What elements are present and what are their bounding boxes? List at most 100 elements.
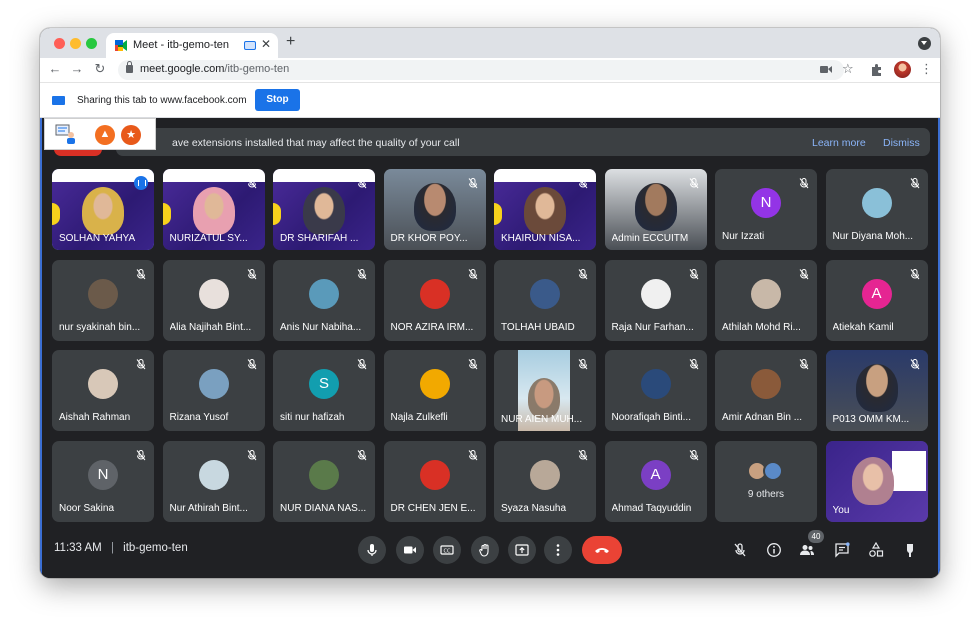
participant-tile[interactable]: Nur Diyana Moh... xyxy=(825,169,928,250)
people-icon[interactable] xyxy=(799,542,815,558)
muted-mic-icon xyxy=(799,357,809,370)
participant-tile[interactable]: Ssiti nur hafizah xyxy=(273,350,375,431)
participant-avatar xyxy=(309,278,339,309)
learn-more-link[interactable]: Learn more xyxy=(812,137,866,149)
address-bar[interactable]: meet.google.com/itb-gemo-ten ☆ xyxy=(118,60,854,80)
participant-tile[interactable]: Athilah Mohd Ri... xyxy=(715,259,817,341)
meet-area: ave extensions installed that may affect… xyxy=(40,118,940,578)
extensions-puzzle-icon[interactable] xyxy=(870,63,883,76)
host-controls-icon[interactable] xyxy=(902,542,918,558)
participant-name: SOLHAN YAHYA xyxy=(59,233,136,244)
dismiss-button[interactable]: Dismiss xyxy=(883,137,920,149)
tab-close-button[interactable]: ✕ xyxy=(261,37,271,51)
tab-meet[interactable]: Meet - itb-gemo-ten ✕ xyxy=(106,33,278,58)
back-button[interactable]: ← xyxy=(46,61,64,76)
tab-title: Meet - itb-gemo-ten xyxy=(133,39,229,51)
meeting-details-icon[interactable] xyxy=(766,542,782,558)
participant-tile[interactable]: Nur Athirah Bint... xyxy=(162,440,265,522)
url-text: meet.google.com/itb-gemo-ten xyxy=(140,63,289,75)
participant-face xyxy=(303,187,345,235)
participant-tile[interactable]: 9 others xyxy=(715,440,817,522)
participant-tile[interactable]: Amir Adnan Bin ... xyxy=(715,350,817,431)
present-now-button[interactable] xyxy=(508,536,536,564)
participant-name: NUR AIEN MUH... xyxy=(501,414,583,425)
extension-star-icon[interactable] xyxy=(121,125,141,145)
captions-button[interactable]: CC xyxy=(433,536,461,564)
self-face xyxy=(851,456,894,505)
participant-tile[interactable]: A Atiekah Kamil xyxy=(825,259,928,341)
participant-avatar: N xyxy=(88,459,118,490)
participant-tile[interactable]: SOLHAN YAHYA xyxy=(52,169,154,250)
muted-mic-icon xyxy=(910,357,920,370)
participant-name: DR SHARIFAH ... xyxy=(280,233,359,244)
participant-avatar xyxy=(530,459,560,490)
participant-tile[interactable]: P013 OMM KM... xyxy=(825,350,928,431)
participant-tile[interactable]: DR CHEN JEN E... xyxy=(383,440,486,522)
bookmark-star-icon[interactable]: ☆ xyxy=(842,61,854,77)
stop-sharing-button[interactable]: Stop xyxy=(255,89,300,111)
participant-tile[interactable]: DR SHARIFAH ... xyxy=(273,169,375,250)
leave-call-button[interactable] xyxy=(582,536,622,564)
browser-toolbar: ← → ↻ meet.google.com/itb-gemo-ten ☆ ⋮ xyxy=(40,58,940,82)
participant-tile[interactable]: DR KHOR POY... xyxy=(383,169,486,250)
participant-tile[interactable]: Raja Nur Farhan... xyxy=(604,259,707,341)
microphone-button[interactable] xyxy=(358,536,386,564)
participant-avatar xyxy=(419,459,450,490)
muted-mic-icon xyxy=(468,448,478,460)
participant-tile[interactable]: Alia Najihah Bint... xyxy=(162,259,265,341)
participant-tile[interactable]: Anis Nur Nabiha... xyxy=(273,259,375,341)
participant-tile[interactable]: Noorafiqah Binti... xyxy=(604,350,707,431)
minimize-window-button[interactable] xyxy=(70,38,81,49)
participant-name: NUR DIANA NAS... xyxy=(280,502,367,514)
participant-face xyxy=(855,364,898,412)
participant-avatar xyxy=(530,278,560,309)
more-options-button[interactable] xyxy=(544,536,572,564)
lock-icon[interactable] xyxy=(126,61,133,73)
participant-name: KHAIRUN NISA... xyxy=(501,233,581,244)
participant-tile[interactable]: TOLHAH UBAID xyxy=(494,259,596,341)
poster-accent xyxy=(162,203,171,225)
muted-mic-icon xyxy=(578,176,588,189)
camera-icon xyxy=(404,546,416,554)
participant-tile[interactable]: NURIZATUL SY... xyxy=(162,169,265,250)
muted-mic-icon xyxy=(247,176,257,189)
participant-tile[interactable]: NUR AIEN MUH... xyxy=(494,350,596,431)
participant-tile[interactable]: N Nur Izzati xyxy=(715,169,817,250)
raise-hand-button[interactable] xyxy=(471,536,499,564)
screen-share-icon xyxy=(52,96,65,105)
participant-tile[interactable]: Admin ECCUITM xyxy=(604,169,707,250)
participant-tile[interactable]: Aishah Rahman xyxy=(52,350,154,431)
activities-icon[interactable] xyxy=(868,542,884,558)
participant-tile[interactable]: nur syakinah bin... xyxy=(52,259,154,341)
chat-icon[interactable] xyxy=(834,542,850,558)
participant-tile[interactable]: KHAIRUN NISA... xyxy=(494,169,596,250)
participant-tile[interactable]: Najla Zulkefli xyxy=(383,350,486,431)
close-window-button[interactable] xyxy=(54,38,65,49)
participant-tile[interactable]: Syaza Nasuha xyxy=(494,440,596,522)
presenter-extension-icon[interactable] xyxy=(55,123,77,145)
participant-avatar xyxy=(88,369,118,399)
browser-menu-icon[interactable]: ⋮ xyxy=(920,61,933,77)
camera-button[interactable] xyxy=(396,536,424,564)
tab-search-icon[interactable] xyxy=(918,37,931,50)
tab-strip: Meet - itb-gemo-ten ✕ + xyxy=(40,28,940,58)
participant-face xyxy=(82,187,124,235)
reload-button[interactable]: ↻ xyxy=(91,61,109,77)
new-tab-button[interactable]: + xyxy=(286,33,295,51)
maximize-window-button[interactable] xyxy=(86,38,97,49)
participant-avatar: A xyxy=(640,459,671,490)
participant-face xyxy=(528,378,560,418)
participant-tile[interactable]: Rizana Yusof xyxy=(162,350,265,431)
mute-all-icon[interactable] xyxy=(732,542,748,558)
participant-name: Amir Adnan Bin ... xyxy=(722,412,803,423)
camera-in-use-icon[interactable] xyxy=(820,65,832,74)
muted-mic-icon xyxy=(136,448,146,460)
participant-tile[interactable]: N Noor Sakina xyxy=(52,440,154,522)
extension-orange-icon[interactable] xyxy=(95,125,115,145)
participant-tile[interactable]: NUR DIANA NAS... xyxy=(273,440,375,522)
participant-tile[interactable]: NOR AZIRA IRM... xyxy=(383,259,486,341)
participant-tile[interactable]: A Ahmad Taqyuddin xyxy=(604,440,707,522)
forward-button[interactable]: → xyxy=(68,61,86,76)
profile-avatar[interactable] xyxy=(894,61,911,78)
participant-tile[interactable]: You xyxy=(825,440,928,522)
